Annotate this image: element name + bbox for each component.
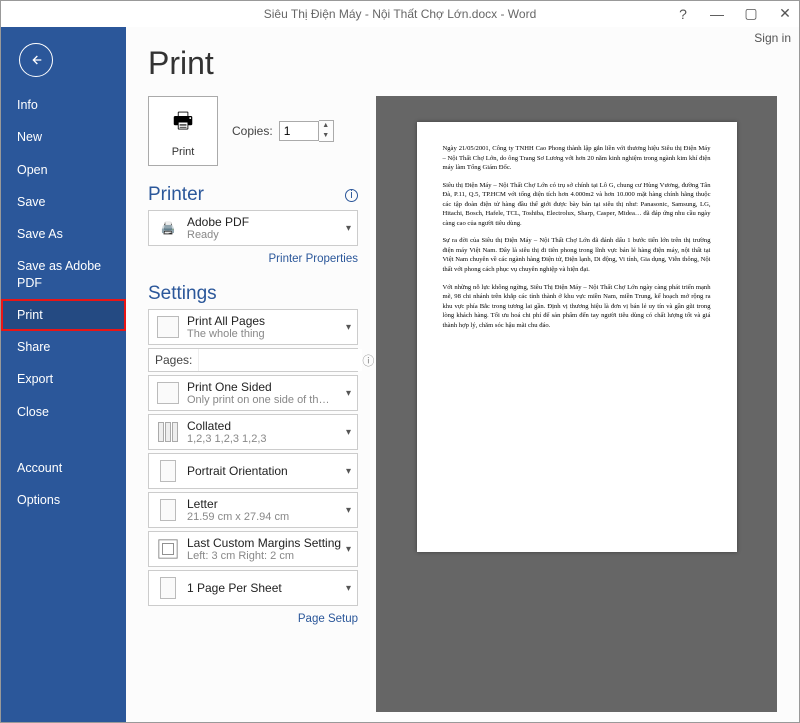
sidebar-item-export[interactable]: Export <box>1 363 126 395</box>
preview-paragraph: Sự ra đời của Siêu thị Điện Máy – Nội Th… <box>443 236 711 274</box>
sidebar-item-open[interactable]: Open <box>1 154 126 186</box>
chevron-down-icon: ▾ <box>346 388 351 399</box>
chevron-down-icon: ▾ <box>346 544 351 555</box>
page-setup-link[interactable]: Page Setup <box>298 613 358 625</box>
window-title: Siêu Thị Điện Máy - Nội Thất Chợ Lớn.doc… <box>264 7 537 21</box>
chevron-down-icon: ▾ <box>346 583 351 594</box>
help-button[interactable]: ? <box>673 6 693 22</box>
sidebar-item-save[interactable]: Save <box>1 186 126 218</box>
pages-info-icon[interactable]: ⓘ <box>362 352 374 369</box>
sidebar-item-account[interactable]: Account <box>1 452 126 484</box>
section-settings-heading: Settings <box>148 283 217 305</box>
pages-icon <box>155 314 181 340</box>
chevron-down-icon: ▾ <box>346 322 351 333</box>
printer-dropdown[interactable]: 🖨️ Adobe PDF Ready ▾ <box>148 210 358 246</box>
pages-field[interactable]: Pages: ⓘ <box>148 348 358 372</box>
printer-icon: 🖶 <box>173 104 194 142</box>
section-printer-heading: Printer <box>148 184 204 206</box>
title-bar: Siêu Thị Điện Máy - Nội Thất Chợ Lớn.doc… <box>1 1 799 27</box>
printer-device-icon: 🖨️ <box>155 215 181 241</box>
copies-input[interactable] <box>279 121 319 141</box>
copies-down[interactable]: ▼ <box>319 131 333 141</box>
close-button[interactable]: ✕ <box>775 5 795 22</box>
print-button-label: Print <box>172 146 195 158</box>
setting-sides[interactable]: Print One Sided Only print on one side o… <box>148 375 358 411</box>
copies-label: Copies: <box>232 124 273 138</box>
chevron-down-icon: ▾ <box>346 427 351 438</box>
setting-pages-per-sheet[interactable]: 1 Page Per Sheet ▾ <box>148 570 358 606</box>
sidebar-item-info[interactable]: Info <box>1 89 126 121</box>
print-preview-area: Ngày 21/05/2001, Công ty TNHH Cao Phong … <box>376 96 777 712</box>
sidebar-item-options[interactable]: Options <box>1 484 126 516</box>
page-heading: Print <box>148 45 777 82</box>
minimize-button[interactable]: — <box>707 6 727 22</box>
printer-name: Adobe PDF <box>187 215 342 229</box>
one-sided-icon <box>155 380 181 406</box>
sidebar-item-print[interactable]: Print <box>1 299 126 331</box>
preview-paragraph: Siêu thị Điện Máy – Nội Thất Chợ Lớn có … <box>443 181 711 229</box>
sidebar-item-new[interactable]: New <box>1 121 126 153</box>
printer-status: Ready <box>187 229 342 241</box>
preview-paragraph: Ngày 21/05/2001, Công ty TNHH Cao Phong … <box>443 144 711 173</box>
maximize-button[interactable]: ▢ <box>741 5 761 22</box>
chevron-down-icon: ▾ <box>346 505 351 516</box>
collated-icon <box>155 419 181 445</box>
setting-print-scope[interactable]: Print All Pages The whole thing ▾ <box>148 309 358 345</box>
print-button[interactable]: 🖶 Print <box>148 96 218 166</box>
portrait-icon <box>155 458 181 484</box>
copies-spinner[interactable]: ▲ ▼ <box>279 120 334 142</box>
printer-properties-link[interactable]: Printer Properties <box>269 253 358 265</box>
chevron-down-icon: ▾ <box>346 223 351 234</box>
chevron-down-icon: ▾ <box>346 466 351 477</box>
setting-collation[interactable]: Collated 1,2,3 1,2,3 1,2,3 ▾ <box>148 414 358 450</box>
setting-margins[interactable]: Last Custom Margins Setting Left: 3 cm R… <box>148 531 358 567</box>
letter-icon <box>155 497 181 523</box>
backstage-sidebar: Info New Open Save Save As Save as Adobe… <box>1 27 126 722</box>
sidebar-item-share[interactable]: Share <box>1 331 126 363</box>
preview-paragraph: Với những nỗ lực không ngừng, Siêu Thị Đ… <box>443 283 711 331</box>
sign-in-link[interactable]: Sign in <box>754 31 791 45</box>
sidebar-item-save-as-pdf[interactable]: Save as Adobe PDF <box>1 250 126 299</box>
sidebar-item-close[interactable]: Close <box>1 396 126 428</box>
margins-icon <box>155 536 181 562</box>
pages-label: Pages: <box>149 349 199 371</box>
arrow-left-icon <box>28 52 44 68</box>
preview-page: Ngày 21/05/2001, Công ty TNHH Cao Phong … <box>417 122 737 552</box>
copies-up[interactable]: ▲ <box>319 121 333 131</box>
page-per-sheet-icon <box>155 575 181 601</box>
pages-input[interactable] <box>199 349 362 371</box>
setting-paper-size[interactable]: Letter 21.59 cm x 27.94 cm ▾ <box>148 492 358 528</box>
printer-info-icon[interactable]: i <box>345 189 358 202</box>
back-button[interactable] <box>19 43 53 77</box>
sidebar-item-save-as[interactable]: Save As <box>1 218 126 250</box>
setting-orientation[interactable]: Portrait Orientation ▾ <box>148 453 358 489</box>
